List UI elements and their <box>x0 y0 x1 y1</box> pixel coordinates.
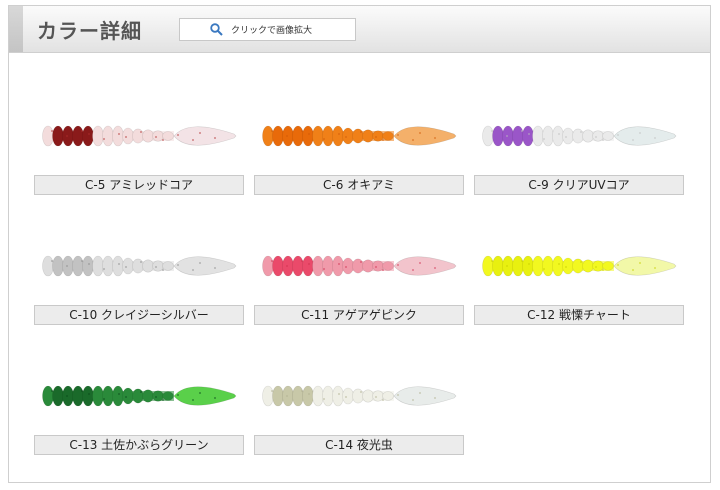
page-title: カラー詳細 <box>37 19 142 43</box>
color-detail-panel: カラー詳細 クリックで画像拡大 C-5 アミレッドコア C-6 オキアミ C-9 ク… <box>8 5 711 483</box>
color-label: C-11 アゲアゲピンク <box>254 305 464 325</box>
zoom-hint-label: クリックで画像拡大 <box>231 26 313 36</box>
color-label: C-5 アミレッドコア <box>34 175 244 195</box>
color-item[interactable]: C-11 アゲアゲピンク <box>254 194 464 325</box>
color-label: C-10 クレイジーシルバー <box>34 305 244 325</box>
lure-image <box>42 385 237 407</box>
lure-image <box>42 125 237 147</box>
color-label: C-13 土佐かぶらグリーン <box>34 435 244 455</box>
color-label: C-12 戦慄チャート <box>474 305 684 325</box>
color-item[interactable]: C-5 アミレッドコア <box>34 64 244 195</box>
panel-header: カラー詳細 クリックで画像拡大 <box>9 6 710 53</box>
color-item[interactable]: C-6 オキアミ <box>254 64 464 195</box>
color-label: C-6 オキアミ <box>254 175 464 195</box>
lure-image <box>482 125 677 147</box>
color-item[interactable]: C-10 クレイジーシルバー <box>34 194 244 325</box>
lure-image <box>262 385 457 407</box>
color-item[interactable]: C-14 夜光虫 <box>254 324 464 455</box>
zoom-hint-button[interactable]: クリックで画像拡大 <box>179 18 356 41</box>
lure-image <box>42 255 237 277</box>
lure-image <box>262 255 457 277</box>
lure-image <box>262 125 457 147</box>
color-item[interactable]: C-9 クリアUVコア <box>474 64 684 195</box>
color-label: C-14 夜光虫 <box>254 435 464 455</box>
color-label: C-9 クリアUVコア <box>474 175 684 195</box>
color-item[interactable]: C-12 戦慄チャート <box>474 194 684 325</box>
color-item[interactable]: C-13 土佐かぶらグリーン <box>34 324 244 455</box>
header-accent-bar <box>9 6 23 52</box>
lure-image <box>482 255 677 277</box>
search-icon <box>210 23 223 36</box>
